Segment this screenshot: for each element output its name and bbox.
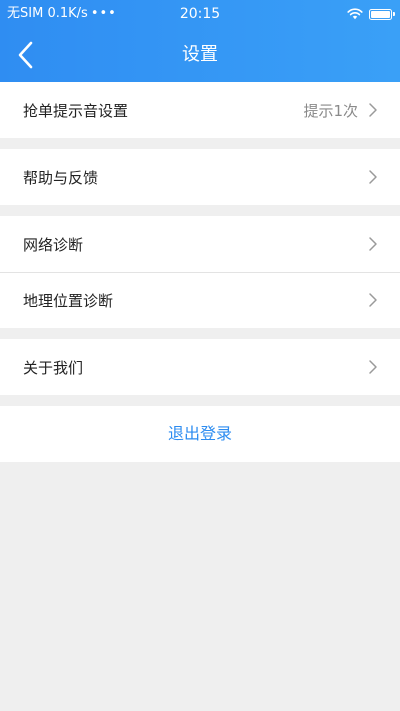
help-feedback-label: 帮助与反馈 [23,168,99,187]
page-title: 设置 [182,44,218,65]
chevron-right-icon [368,292,378,308]
nav-bar: 设置 [0,28,400,82]
about-us-row[interactable]: 关于我们 [0,339,400,395]
help-feedback-row[interactable]: 帮助与反馈 [0,149,400,205]
network-diagnosis-label: 网络诊断 [23,235,84,254]
status-time: 20:15 [179,6,221,22]
battery-level-fill [371,10,390,18]
settings-group-sound: 抢单提示音设置 提示1次 [0,82,400,138]
network-diagnosis-row[interactable]: 网络诊断 [0,216,400,272]
grab-sound-setting-value: 提示1次 [303,101,358,120]
app-header: 无SIM 0.1K/s ••• 20:15 设置 [0,0,400,82]
chevron-right-icon [368,359,378,375]
chevron-right-icon [368,169,378,185]
settings-group-help: 帮助与反馈 [0,149,400,205]
logout-button[interactable]: 退出登录 [0,406,400,462]
settings-group-diagnosis: 网络诊断 地理位置诊断 [0,216,400,328]
battery-icon [369,8,395,20]
settings-group-about: 关于我们 [0,339,400,395]
location-diagnosis-label: 地理位置诊断 [23,291,114,310]
grab-sound-setting-label: 抢单提示音设置 [23,101,129,120]
about-us-label: 关于我们 [23,358,84,377]
chevron-right-icon [368,236,378,252]
location-diagnosis-row[interactable]: 地理位置诊断 [0,272,400,328]
grab-sound-setting-row[interactable]: 抢单提示音设置 提示1次 [0,82,400,138]
status-right [347,0,395,28]
wifi-icon [347,8,363,20]
status-bar: 无SIM 0.1K/s ••• 20:15 [0,0,400,28]
chevron-right-icon [368,102,378,118]
